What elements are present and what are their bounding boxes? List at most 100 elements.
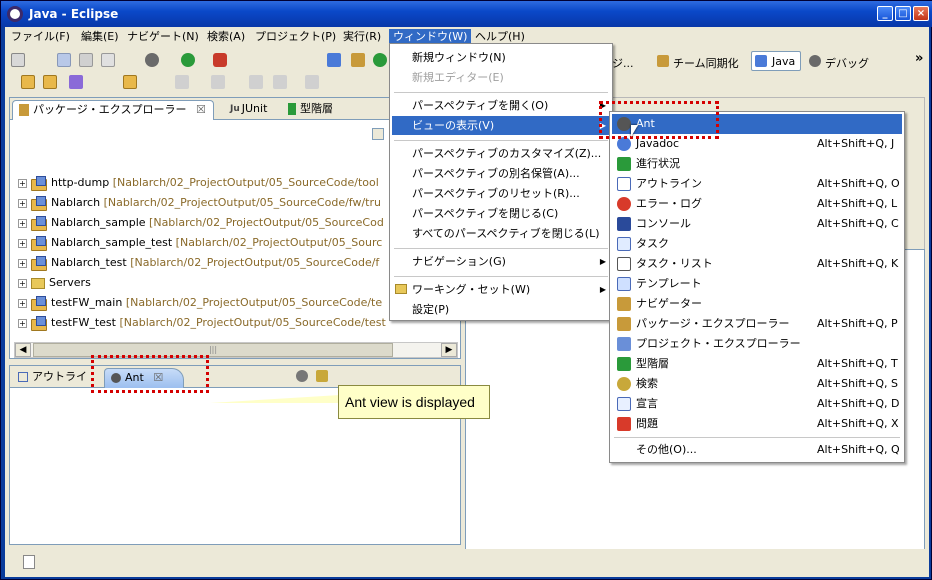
- search-toolbar-icon[interactable]: [69, 75, 83, 89]
- tree-row-nablarch-test[interactable]: + Nablarch_test [Nablarch/02_ProjectOutpu…: [18, 254, 379, 272]
- window-menu-dropdown: 新規ウィンドウ(N) 新規エディター(E) パースペクティブを開く(O) ▶ ビュ…: [389, 43, 613, 321]
- view-type-hierarchy[interactable]: 型階層 Alt+Shift+Q, T: [612, 354, 902, 374]
- view-templates-label: テンプレート: [636, 277, 702, 290]
- view-package-explorer[interactable]: パッケージ・エクスプローラー Alt+Shift+Q, P: [612, 314, 902, 334]
- explorer-hscrollbar[interactable]: ◀ ||| ▶: [14, 342, 458, 358]
- save-icon[interactable]: [57, 53, 71, 67]
- save-all-icon[interactable]: [79, 53, 93, 67]
- view-problems[interactable]: 問題 Alt+Shift+Q, X: [612, 414, 902, 434]
- scroll-left-icon[interactable]: ◀: [15, 343, 31, 357]
- menu-project[interactable]: プロジェクト(P): [251, 29, 340, 45]
- expand-icon[interactable]: +: [18, 258, 27, 268]
- view-error-log[interactable]: エラー・ログ Alt+Shift+Q, L: [612, 194, 902, 214]
- perspective-overflow[interactable]: »: [915, 51, 923, 66]
- menu-customize-perspective[interactable]: パースペクティブのカスタマイズ(Z)...: [392, 144, 610, 163]
- open-folder-icon[interactable]: [123, 75, 137, 89]
- debug-icon[interactable]: [145, 53, 159, 67]
- submenu-arrow-icon: ▶: [599, 257, 606, 266]
- view-console[interactable]: コンソール Alt+Shift+Q, C: [612, 214, 902, 234]
- new-package-icon[interactable]: [351, 53, 365, 67]
- menu-new-editor[interactable]: 新規エディター(E): [392, 68, 610, 87]
- run-icon[interactable]: [181, 53, 195, 67]
- external-tools-icon[interactable]: [213, 53, 227, 67]
- scroll-right-icon[interactable]: ▶: [441, 343, 457, 357]
- fast-view-icon[interactable]: [23, 555, 35, 569]
- type-hierarchy-icon: [617, 357, 631, 371]
- menu-edit[interactable]: 編集(E): [77, 29, 123, 45]
- prev-annotation-icon[interactable]: [211, 75, 225, 89]
- menu-show-view[interactable]: ビューの表示(V) ▶: [392, 116, 610, 135]
- view-other[interactable]: その他(O)... Alt+Shift+Q, Q: [612, 440, 902, 460]
- new-java-project-icon[interactable]: [327, 53, 341, 67]
- ant-run-icon[interactable]: [316, 370, 328, 382]
- working-set-icon: [395, 284, 407, 294]
- new-icon[interactable]: [11, 53, 25, 67]
- menu-open-perspective[interactable]: パースペクティブを開く(O) ▶: [392, 96, 610, 115]
- next-annotation-icon[interactable]: [175, 75, 189, 89]
- menu-reset-perspective[interactable]: パースペクティブのリセット(R)...: [392, 184, 610, 203]
- menu-file[interactable]: ファイル(F): [7, 29, 74, 45]
- ant-add-buildfile-icon[interactable]: [296, 370, 308, 382]
- menu-save-perspective-as[interactable]: パースペクティブの別名保管(A)...: [392, 164, 610, 183]
- menu-new-window[interactable]: 新規ウィンドウ(N): [392, 48, 610, 67]
- expand-icon[interactable]: +: [18, 238, 27, 248]
- submenu-arrow-icon: ▶: [599, 285, 606, 294]
- menu-working-sets[interactable]: ワーキング・セット(W) ▶: [392, 280, 610, 299]
- expand-icon[interactable]: +: [18, 318, 27, 328]
- perspective-java[interactable]: Java: [751, 51, 801, 71]
- forward-icon[interactable]: [273, 75, 287, 89]
- tree-row-testfw-test[interactable]: + testFW_test [Nablarch/02_ProjectOutput/…: [18, 314, 386, 332]
- expand-icon[interactable]: +: [18, 278, 27, 288]
- view-navigator[interactable]: ナビゲーター: [612, 294, 902, 314]
- expand-icon[interactable]: +: [18, 198, 27, 208]
- view-outline[interactable]: アウトライン Alt+Shift+Q, O: [612, 174, 902, 194]
- tree-row-http-dump[interactable]: + http-dump [Nablarch/02_ProjectOutput/05…: [18, 174, 379, 192]
- tree-row-nablarch[interactable]: + Nablarch [Nablarch/02_ProjectOutput/05_…: [18, 194, 381, 212]
- view-task-list-label: タスク・リスト: [636, 257, 713, 270]
- menu-navigate[interactable]: ナビゲート(N): [123, 29, 203, 45]
- menu-close-all-perspectives[interactable]: すべてのパースペクティブを閉じる(L): [392, 224, 610, 243]
- view-task[interactable]: タスク: [612, 234, 902, 254]
- minimize-button[interactable]: _: [877, 6, 893, 21]
- view-task-list[interactable]: タスク・リスト Alt+Shift+Q, K: [612, 254, 902, 274]
- close-button[interactable]: ×: [913, 6, 929, 21]
- tab-type-hierarchy[interactable]: 型階層: [282, 100, 339, 120]
- open-type-icon[interactable]: [21, 75, 35, 89]
- expand-icon[interactable]: +: [18, 218, 27, 228]
- menu-close-perspective[interactable]: パースペクティブを閉じる(C): [392, 204, 610, 223]
- tab-junit[interactable]: Ju JUnit: [224, 100, 273, 120]
- tree-row-testfw-main[interactable]: + testFW_main [Nablarch/02_ProjectOutput/…: [18, 294, 382, 312]
- expand-icon[interactable]: +: [18, 178, 27, 188]
- perspective-team-sync[interactable]: チーム同期化: [673, 55, 739, 71]
- forward-dropdown-icon[interactable]: [305, 75, 319, 89]
- menu-search[interactable]: 検索(A): [203, 29, 249, 45]
- menu-run[interactable]: 実行(R): [339, 29, 385, 45]
- tab-close-icon[interactable]: ☒: [196, 103, 206, 116]
- view-search[interactable]: 検索 Alt+Shift+Q, S: [612, 374, 902, 394]
- back-icon[interactable]: [249, 75, 263, 89]
- print-icon[interactable]: [101, 53, 115, 67]
- expand-icon[interactable]: +: [18, 298, 27, 308]
- view-progress[interactable]: 進行状況: [612, 154, 902, 174]
- view-templates[interactable]: テンプレート: [612, 274, 902, 294]
- collapse-all-icon[interactable]: [372, 128, 384, 140]
- java-icon: [755, 55, 767, 67]
- new-class-icon[interactable]: [373, 53, 387, 67]
- view-project-explorer[interactable]: プロジェクト・エクスプローラー: [612, 334, 902, 354]
- open-resource-icon[interactable]: [43, 75, 57, 89]
- tab-outline[interactable]: アウトライ: [12, 368, 93, 388]
- maximize-button[interactable]: □: [895, 6, 911, 21]
- type-hierarchy-icon: [288, 103, 296, 115]
- tree-row-nablarch-sample[interactable]: + Nablarch_sample [Nablarch/02_ProjectOut…: [18, 214, 384, 232]
- perspective-debug[interactable]: デバッグ: [825, 55, 869, 71]
- menu-navigation[interactable]: ナビゲーション(G) ▶: [392, 252, 610, 271]
- menu-preferences[interactable]: 設定(P): [392, 300, 610, 319]
- scroll-thumb[interactable]: |||: [33, 343, 393, 357]
- project-name: testFW_test: [51, 316, 116, 329]
- tab-package-explorer[interactable]: パッケージ・エクスプローラー ☒: [12, 100, 214, 120]
- project-name: Nablarch: [51, 196, 101, 209]
- tree-row-nablarch-sample-test[interactable]: + Nablarch_sample_test [Nablarch/02_Proje…: [18, 234, 382, 252]
- tree-row-servers[interactable]: + Servers: [18, 274, 91, 292]
- view-declaration[interactable]: 宣言 Alt+Shift+Q, D: [612, 394, 902, 414]
- menu-separator: [394, 248, 608, 249]
